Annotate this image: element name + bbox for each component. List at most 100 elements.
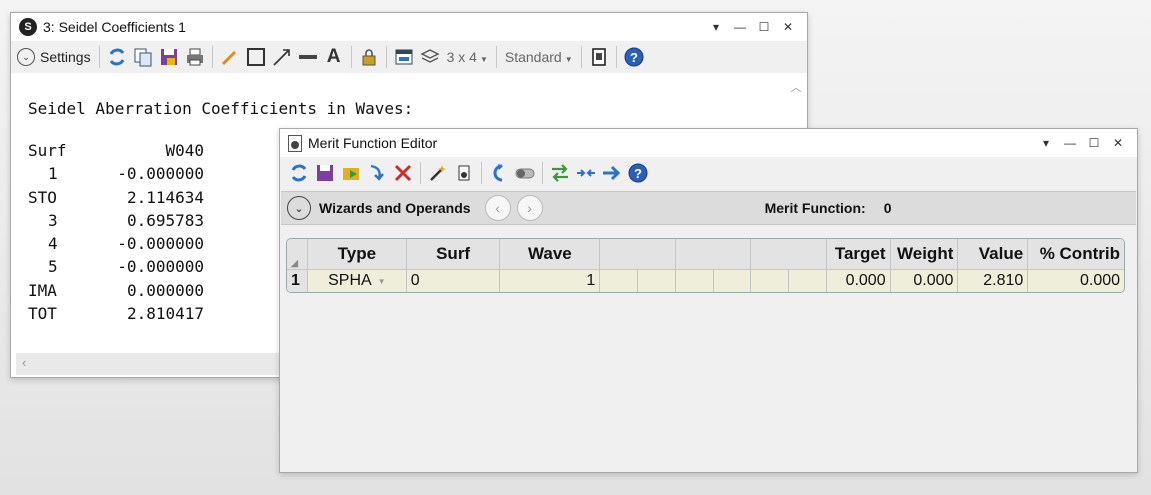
text-icon[interactable]: A [323, 46, 345, 68]
style-dropdown[interactable]: Standard ▼ [505, 49, 573, 65]
wizards-expand-button[interactable]: ⌄ [287, 196, 311, 220]
seidel-toolbar: ⌄ Settings A 3 x 4 ▼ Standard ▼ ? [11, 41, 807, 73]
toolbar-divider [98, 46, 100, 68]
surf-cell: IMA [28, 280, 57, 300]
refresh-icon[interactable] [288, 162, 310, 184]
w040-cell: 2.810417 [126, 304, 204, 324]
close-button[interactable]: ✕ [777, 20, 799, 34]
toolbar-divider [420, 162, 421, 184]
merit-function-label: Merit Function: [764, 200, 866, 216]
settings-button[interactable]: ⌄ Settings [17, 48, 91, 66]
wizards-bar: ⌄ Wizards and Operands ‹ › Merit Functio… [281, 191, 1136, 225]
w040-cell: -0.000000 [117, 257, 204, 277]
dropdown-icon[interactable]: ▾ [705, 20, 727, 34]
dropdown-icon[interactable]: ▾ [1035, 136, 1057, 150]
prev-button[interactable]: ‹ [484, 195, 511, 221]
copy-icon[interactable] [132, 46, 154, 68]
print-icon[interactable] [184, 46, 206, 68]
weight-header: Weight [891, 239, 959, 269]
w040-cell: -0.000000 [117, 234, 204, 254]
seidel-heading: Seidel Aberration Coefficients in Waves: [28, 99, 414, 118]
table-row[interactable]: 1 SPHA ▼ 0 1 0.000 0.000 2.810 0.000 [287, 269, 1124, 292]
grid-header-row: ◢ Type Surf Wave Target Weight Value % C… [287, 239, 1124, 269]
toolbar-divider [385, 46, 387, 68]
wave-cell[interactable]: 1 [500, 270, 601, 292]
surf-cell: 3 [48, 210, 58, 230]
merit-function-value: 0 [883, 200, 892, 216]
toolbar-divider [495, 46, 497, 68]
swap-arrows-icon[interactable] [549, 162, 571, 184]
row-number[interactable]: 1 [287, 270, 308, 292]
surf-cell: 1 [48, 164, 58, 184]
delete-icon[interactable] [392, 162, 414, 184]
toolbar-divider [211, 46, 213, 68]
type-value: SPHA [328, 272, 372, 289]
layers-icon[interactable] [419, 46, 441, 68]
surf-header: Surf [407, 239, 501, 269]
weight-cell[interactable]: 0.000 [891, 270, 959, 292]
open-folder-icon[interactable] [340, 162, 362, 184]
w040-cell: -0.000000 [117, 164, 204, 184]
surf-cell[interactable]: 0 [407, 270, 501, 292]
target-cell[interactable]: 0.000 [827, 270, 891, 292]
merit-toolbar: ? [280, 157, 1137, 189]
insert-arrow-icon[interactable] [366, 162, 388, 184]
scroll-up-arrow[interactable]: ︿ [785, 79, 807, 95]
toolbar-divider [615, 46, 617, 68]
rectangle-icon[interactable] [245, 46, 267, 68]
window-icon[interactable] [588, 46, 610, 68]
surf-cell: 4 [48, 234, 58, 254]
contrib-cell: 0.000 [1079, 272, 1121, 289]
pencil-icon[interactable] [219, 46, 241, 68]
w040-cell: 2.114634 [126, 187, 204, 207]
minimize-button[interactable]: — [1059, 136, 1081, 150]
param-header [676, 239, 751, 269]
refresh-icon[interactable] [106, 46, 128, 68]
app-logo-icon: S [19, 18, 37, 36]
contrib-header: % Contrib [1039, 244, 1120, 263]
param-cell[interactable] [751, 270, 789, 292]
settings-label: Settings [40, 49, 91, 65]
minimize-button[interactable]: — [729, 20, 751, 34]
param-cell[interactable] [676, 270, 714, 292]
param-header [751, 239, 827, 269]
window-layout-icon[interactable] [393, 46, 415, 68]
close-button[interactable]: ✕ [1107, 136, 1129, 150]
operand-grid: ◢ Type Surf Wave Target Weight Value % C… [286, 238, 1125, 293]
layout-dropdown[interactable]: 3 x 4 ▼ [447, 49, 488, 65]
target-header: Target [827, 239, 891, 269]
param-header [600, 239, 677, 269]
param-cell[interactable] [638, 270, 677, 292]
collapse-arrows-icon[interactable] [575, 162, 597, 184]
tool-icon[interactable] [453, 162, 475, 184]
param-cell[interactable] [714, 270, 751, 292]
type-cell[interactable]: SPHA ▼ [308, 270, 407, 292]
toolbar-divider [542, 162, 543, 184]
style-value: Standard [504, 49, 562, 65]
surf-cell: TOT [28, 304, 57, 324]
lock-icon[interactable] [358, 46, 380, 68]
line-icon[interactable] [297, 46, 319, 68]
param-cell[interactable] [789, 270, 827, 292]
maximize-button[interactable]: ☐ [753, 20, 775, 34]
toolbar-divider [481, 162, 482, 184]
arrow-line-icon[interactable] [271, 46, 293, 68]
row-selector-corner[interactable]: ◢ [287, 239, 308, 269]
save-icon[interactable] [158, 46, 180, 68]
param-cell[interactable] [600, 270, 639, 292]
next-button[interactable]: › [516, 195, 543, 221]
toggle-icon[interactable] [514, 162, 536, 184]
help-icon[interactable]: ? [627, 162, 649, 184]
undo-icon[interactable] [488, 162, 510, 184]
save-icon[interactable] [314, 162, 336, 184]
merit-titlebar[interactable]: Merit Function Editor ▾ — ☐ ✕ [280, 129, 1137, 157]
chevron-down-icon: ⌄ [17, 48, 35, 66]
right-arrow-icon[interactable] [601, 162, 623, 184]
maximize-button[interactable]: ☐ [1083, 136, 1105, 150]
chevron-down-icon[interactable]: ▼ [378, 277, 386, 286]
help-icon[interactable]: ? [623, 46, 645, 68]
seidel-titlebar[interactable]: S 3: Seidel Coefficients 1 ▾ — ☐ ✕ [11, 13, 807, 41]
svg-text:?: ? [630, 50, 638, 65]
wizard-icon[interactable] [427, 162, 449, 184]
window-title: Merit Function Editor [308, 135, 438, 151]
